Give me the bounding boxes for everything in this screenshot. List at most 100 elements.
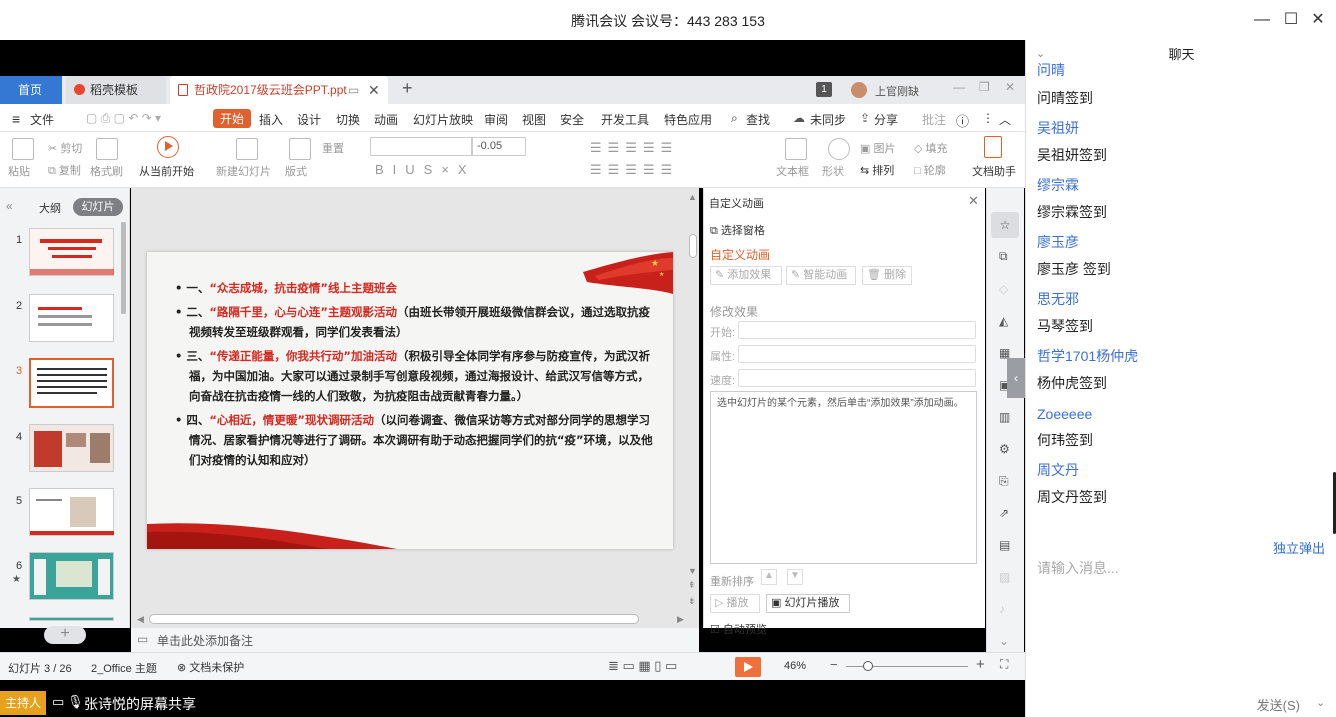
- arrange-button[interactable]: ⇆ 排列: [860, 162, 894, 178]
- next-slide-icon[interactable]: ⇟: [688, 596, 696, 607]
- menu-comment[interactable]: 批注: [922, 111, 946, 128]
- start-select[interactable]: [738, 321, 976, 339]
- shape-button[interactable]: 形状: [822, 163, 844, 179]
- minimize-icon[interactable]: —: [1252, 10, 1272, 30]
- slide-thumbnail-3-selected[interactable]: [29, 358, 114, 408]
- close-icon[interactable]: ✕: [1005, 80, 1015, 94]
- share-icon[interactable]: ⇪: [860, 111, 870, 125]
- from-current-button[interactable]: 从当前开始: [139, 163, 194, 179]
- speed-select[interactable]: [738, 369, 976, 387]
- new-slide-button[interactable]: 新建幻灯片: [216, 163, 271, 179]
- prev-slide-icon[interactable]: ⇞: [688, 580, 696, 591]
- menu-design[interactable]: 设计: [297, 111, 321, 128]
- tab-document[interactable]: 哲政院2017级云班会PPT.ppt ▭ ✕: [170, 76, 388, 104]
- hamburger-icon[interactable]: ≡: [12, 111, 20, 127]
- smart-animation-button[interactable]: ✎ 智能动画: [786, 266, 856, 285]
- current-slide[interactable]: ★ ★ • 一、“众志成城，抗击疫情”线上主题班会 • 二、“路隔千里，心与心连…: [147, 252, 673, 549]
- play-button[interactable]: ▷ 播放: [710, 594, 760, 613]
- chat-messages[interactable]: 问晴 问晴签到 吴祖妍 吴祖妍签到 缪宗霖 缪宗霖签到 廖玉彦 廖玉彦 签到 思…: [1026, 62, 1336, 552]
- zoom-level[interactable]: 46%: [784, 660, 806, 672]
- textbox-icon[interactable]: [785, 138, 807, 160]
- textbox-button[interactable]: 文本框: [776, 163, 809, 179]
- doc-assistant-icon[interactable]: [984, 136, 1002, 158]
- archive-tool-icon[interactable]: ▤: [999, 538, 1010, 552]
- doc-assistant-button[interactable]: 文档助手: [972, 163, 1016, 179]
- autopreview-checkbox[interactable]: ☑ 自动预览: [710, 621, 767, 637]
- scroll-down-icon[interactable]: ▼: [688, 566, 697, 576]
- export-tool-icon[interactable]: ⇗: [999, 506, 1009, 520]
- zoom-out-icon[interactable]: −: [830, 657, 838, 672]
- scroll-up-icon[interactable]: ▲: [688, 192, 697, 202]
- play-from-current-icon[interactable]: [157, 136, 179, 158]
- layout-button[interactable]: 版式: [285, 163, 307, 179]
- send-options-icon[interactable]: ⌄: [1316, 696, 1325, 709]
- zoom-slider-thumb[interactable]: [863, 661, 873, 671]
- menu-view[interactable]: 视图: [522, 111, 546, 128]
- sync-icon[interactable]: ☁: [793, 111, 805, 125]
- restore-icon[interactable]: ❐: [979, 80, 990, 94]
- popout-button[interactable]: 独立弹出: [1273, 538, 1325, 557]
- collapse-pane-icon[interactable]: «: [6, 199, 13, 213]
- pane-title[interactable]: 自定义动画: [709, 195, 764, 211]
- select-pane-button[interactable]: ⧉ 选择窗格: [710, 222, 765, 238]
- backup-tool-icon[interactable]: ⎘: [999, 474, 1009, 489]
- slide-thumbnail-2[interactable]: [29, 294, 114, 342]
- toolbar-quick-icons[interactable]: ▢ ⎙ ▢ ↶ ↷ ▾: [86, 111, 161, 126]
- align-buttons[interactable]: ☰☰☰☰☰: [590, 162, 678, 178]
- menu-find[interactable]: 查找: [746, 111, 770, 128]
- more-tools-icon[interactable]: ⌄: [999, 634, 1009, 648]
- thumb-scrollbar[interactable]: [121, 222, 126, 314]
- close-tab-icon[interactable]: ✕: [368, 76, 380, 104]
- font-style-buttons[interactable]: BIUS×X: [375, 162, 476, 177]
- audio-tool-icon[interactable]: ♪: [999, 602, 1005, 616]
- animation-tool-icon[interactable]: ☆: [991, 212, 1019, 238]
- menu-animation[interactable]: 动画: [374, 111, 398, 128]
- font-size-select[interactable]: -0.05: [472, 137, 526, 156]
- window-icon[interactable]: ▭: [348, 76, 359, 104]
- page-badge[interactable]: 1: [816, 82, 832, 97]
- menu-transition[interactable]: 切换: [336, 111, 360, 128]
- menu-file[interactable]: 文件: [30, 111, 54, 128]
- paste-icon[interactable]: [12, 138, 34, 160]
- scroll-left-icon[interactable]: ◀: [137, 614, 144, 625]
- cut-button[interactable]: ✂ 剪切: [48, 140, 82, 156]
- image-tool-icon[interactable]: ▨: [999, 570, 1010, 584]
- animation-list[interactable]: 选中幻灯片的某个元素，然后单击“添加效果”添加动画。: [710, 391, 977, 564]
- chat-input[interactable]: 请输入消息...: [1037, 558, 1119, 578]
- delete-button[interactable]: 🗑 删除: [862, 266, 912, 285]
- menu-security[interactable]: 安全: [560, 111, 584, 128]
- menu-slideshow[interactable]: 幻灯片放映: [413, 111, 473, 128]
- move-down-icon[interactable]: ▼: [787, 569, 803, 585]
- protection-status[interactable]: ⊗ 文档未保护: [177, 659, 244, 675]
- shape-tool-icon[interactable]: ◇: [999, 282, 1008, 296]
- slide-body-text[interactable]: • 一、“众志成城，抗击疫情”线上主题班会 • 二、“路隔千里，心与心连”主题观…: [175, 278, 655, 474]
- menu-unsynced[interactable]: 未同步: [810, 111, 846, 128]
- send-button[interactable]: 发送(S): [1257, 695, 1300, 714]
- tab-template[interactable]: 稻壳模板: [66, 76, 166, 104]
- tab-home[interactable]: 首页: [0, 76, 62, 104]
- menu-start[interactable]: 开始: [213, 109, 252, 128]
- slideshow-play-button[interactable]: [735, 657, 761, 677]
- collapse-ribbon-icon[interactable]: ︿: [999, 111, 1011, 128]
- outline-tab[interactable]: 大纲: [39, 200, 61, 216]
- new-slide-icon[interactable]: [236, 138, 258, 160]
- list-buttons[interactable]: ☰☰☰☰☰: [590, 140, 678, 156]
- slideshow-button[interactable]: ▣ 幻灯片播放: [766, 594, 850, 613]
- copy-tool-icon[interactable]: ⧉: [999, 249, 1008, 264]
- close-icon[interactable]: ✕: [1308, 10, 1328, 30]
- user-name[interactable]: 上官刚缺: [875, 83, 919, 99]
- slide-thumbnail-5[interactable]: [29, 488, 114, 536]
- settings-tool-icon[interactable]: ⚙: [999, 442, 1010, 456]
- slides-tab[interactable]: 幻灯片: [73, 198, 123, 216]
- outline-button[interactable]: □ 轮廓: [914, 162, 946, 178]
- chart-tool-icon[interactable]: ▥: [999, 410, 1010, 424]
- view-mode-icons[interactable]: ≣ ▭ ▦ ▯ ▭: [608, 658, 677, 674]
- add-effect-button[interactable]: ✎ 添加效果: [710, 266, 782, 285]
- minimize-icon[interactable]: —: [953, 80, 965, 94]
- menu-insert[interactable]: 插入: [259, 111, 283, 128]
- move-up-icon[interactable]: ▲: [761, 569, 777, 585]
- fill-button[interactable]: ◇ 填充: [914, 140, 948, 156]
- menu-features[interactable]: 特色应用: [664, 111, 712, 128]
- format-painter-icon[interactable]: [96, 138, 118, 160]
- layer-tool-icon[interactable]: ◭: [999, 314, 1008, 328]
